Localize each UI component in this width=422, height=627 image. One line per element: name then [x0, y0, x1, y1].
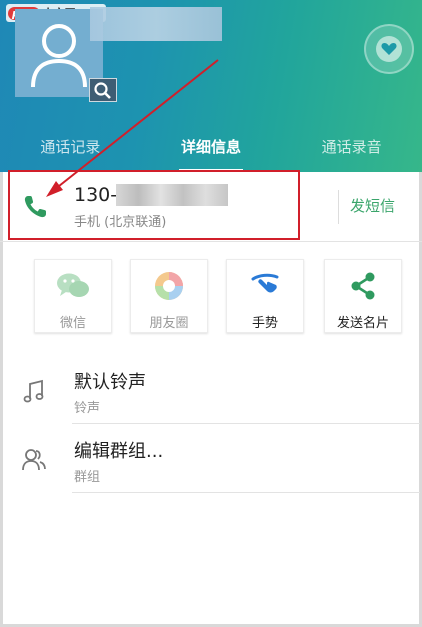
music-note-icon [23, 379, 44, 403]
heart-icon [381, 43, 397, 55]
share-wechat-label: 微信 [59, 316, 86, 331]
share-gesture-button[interactable]: 手势 [226, 259, 304, 333]
share-moments-button[interactable]: 朋友圈 [130, 259, 208, 333]
list-item-ringtone[interactable]: 默认铃声 铃声 [0, 358, 422, 424]
gesture-icon [251, 273, 279, 293]
list-divider [72, 423, 420, 424]
group-subtitle: 群组 [74, 470, 101, 485]
tab-call-recordings[interactable]: 通话录音 [281, 120, 422, 172]
wechat-icon [57, 273, 89, 297]
share-wechat-button[interactable]: 微信 [34, 259, 112, 333]
avatar-search-button[interactable] [89, 78, 117, 102]
list-item-group[interactable]: 编辑群组... 群组 [0, 426, 422, 492]
moments-icon [155, 272, 183, 300]
share-card-label: 发送名片 [336, 316, 389, 331]
ringtone-subtitle: 铃声 [74, 401, 101, 416]
share-gesture-label: 手势 [251, 316, 278, 331]
contact-header: php 中文网 通话记录 详细信息 通话录音 [0, 0, 422, 172]
annotation-highlight-box [8, 170, 300, 240]
group-title: 编辑群组... [74, 441, 164, 462]
tab-details[interactable]: 详细信息 [141, 120, 282, 172]
tab-call-log[interactable]: 通话记录 [0, 120, 141, 172]
favorite-button[interactable] [364, 24, 414, 74]
share-moments-label: 朋友圈 [149, 316, 189, 331]
share-icon [351, 272, 375, 300]
contact-name-redacted [90, 7, 222, 41]
send-sms-button[interactable]: 发短信 [350, 195, 395, 216]
list-divider [72, 492, 420, 493]
group-icon [22, 449, 46, 471]
phone-row-divider [338, 190, 339, 224]
search-icon [94, 82, 111, 99]
tab-bar: 通话记录 详细信息 通话录音 [0, 120, 422, 172]
ringtone-title: 默认铃声 [74, 372, 146, 393]
share-card-button[interactable]: 发送名片 [324, 259, 402, 333]
